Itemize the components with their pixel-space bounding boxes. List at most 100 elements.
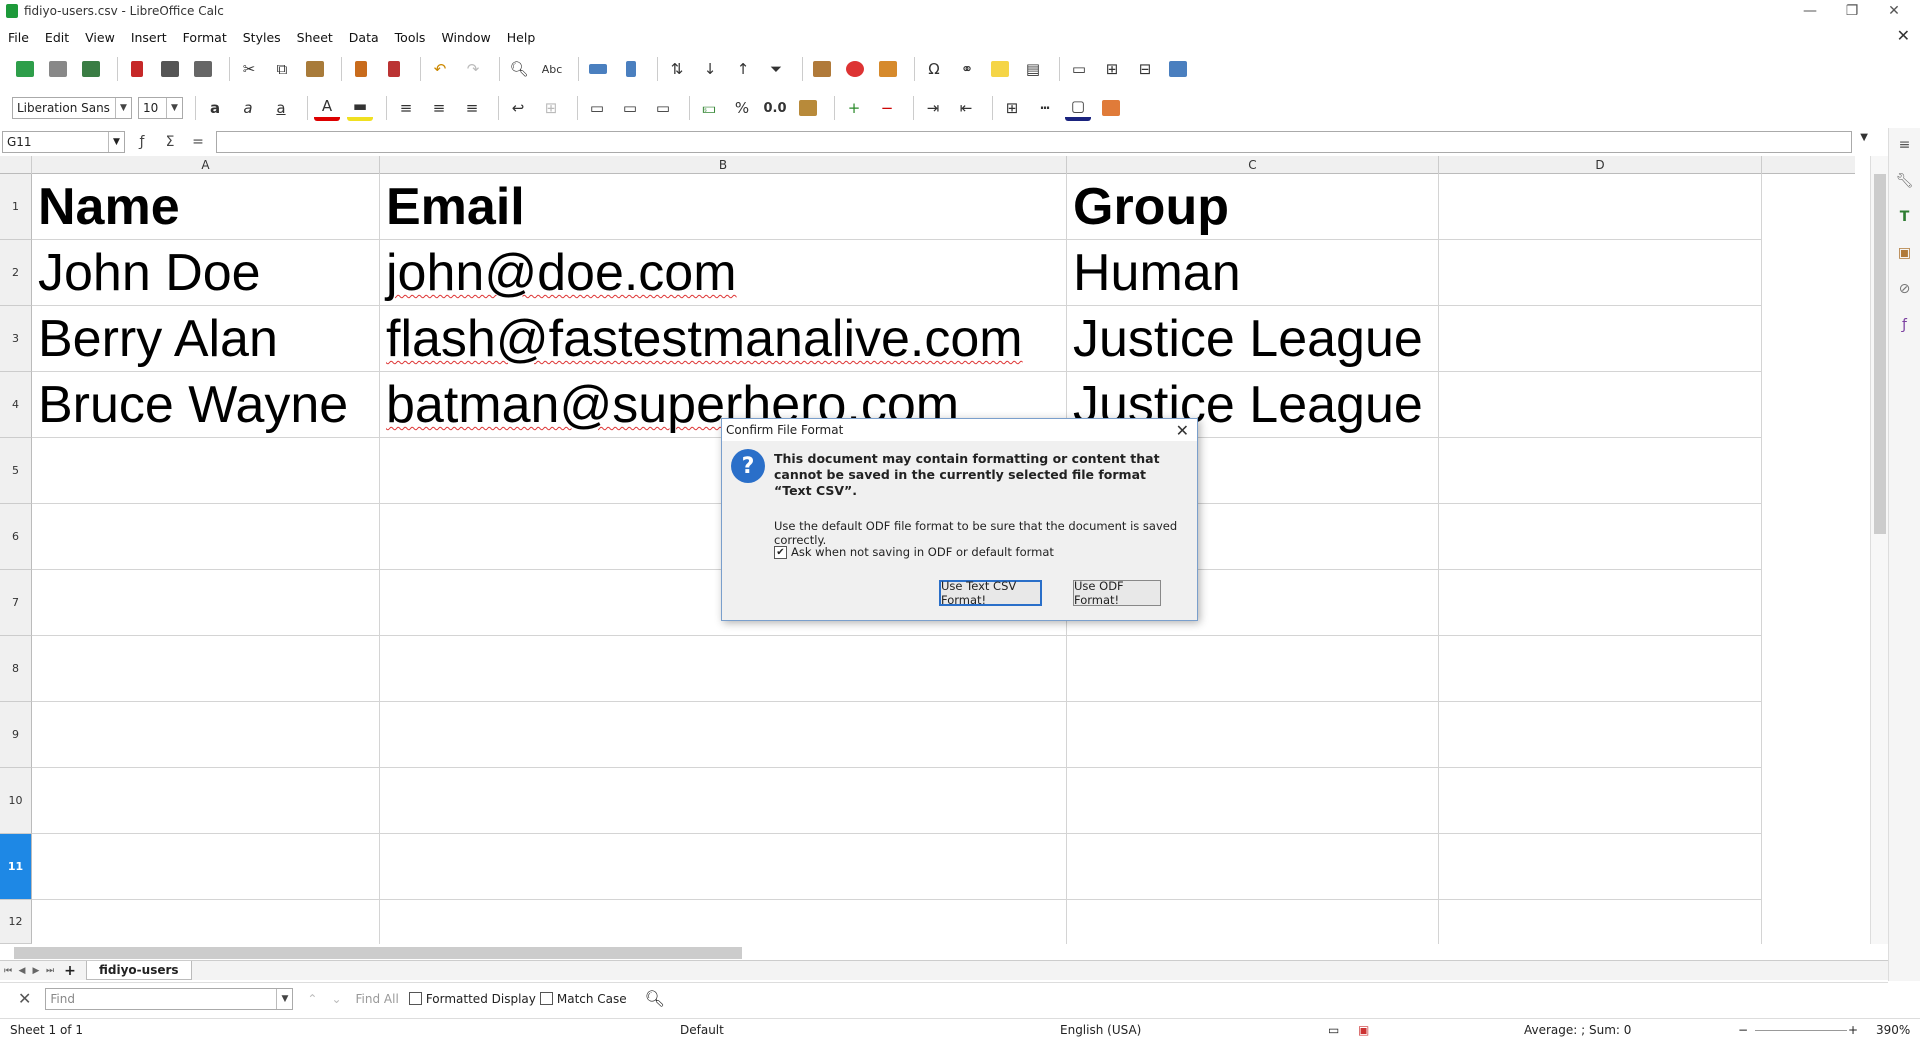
cell-d8[interactable] bbox=[1439, 636, 1762, 702]
border-style-icon[interactable]: ┅ bbox=[1032, 95, 1058, 121]
zoom-out-icon[interactable]: − bbox=[1738, 1023, 1748, 1037]
save-icon[interactable] bbox=[78, 56, 104, 82]
cell-a1[interactable]: Name bbox=[32, 174, 380, 240]
open-folder-icon[interactable] bbox=[45, 56, 71, 82]
cell-a7[interactable] bbox=[32, 570, 380, 636]
cell-b11[interactable] bbox=[380, 834, 1067, 900]
cell-d5[interactable] bbox=[1439, 438, 1762, 504]
vertical-scroll-thumb[interactable] bbox=[1874, 174, 1886, 534]
delete-decimal-icon[interactable]: − bbox=[874, 95, 900, 121]
maximize-button[interactable]: ❐ bbox=[1832, 0, 1872, 22]
horizontal-scroll-thumb[interactable] bbox=[14, 947, 742, 959]
cell-b8[interactable] bbox=[380, 636, 1067, 702]
conditional-format-icon[interactable] bbox=[1098, 95, 1124, 121]
spelling-icon[interactable]: Abc bbox=[539, 56, 565, 82]
cell-d2[interactable] bbox=[1439, 240, 1762, 306]
zoom-slider[interactable] bbox=[1755, 1030, 1847, 1031]
column-header-d[interactable]: D bbox=[1439, 156, 1762, 174]
comment-icon[interactable] bbox=[987, 56, 1013, 82]
function-wizard-icon[interactable]: ƒ bbox=[131, 134, 153, 150]
clone-formatting-icon[interactable] bbox=[348, 56, 374, 82]
cut-icon[interactable]: ✂ bbox=[236, 56, 262, 82]
sort-icon[interactable]: ⇅ bbox=[664, 56, 690, 82]
row-header[interactable]: 12 bbox=[0, 900, 32, 944]
redo-icon[interactable]: ↷ bbox=[460, 56, 486, 82]
cell-c10[interactable] bbox=[1067, 768, 1439, 834]
use-odf-format-button[interactable]: Use ODF Format! bbox=[1073, 579, 1161, 607]
vertical-scrollbar[interactable] bbox=[1870, 156, 1888, 944]
print-icon[interactable] bbox=[157, 56, 183, 82]
cell-c1[interactable]: Group bbox=[1067, 174, 1439, 240]
column-header-a[interactable]: A bbox=[32, 156, 380, 174]
freeze-rows-columns-icon[interactable]: ⊞ bbox=[1099, 56, 1125, 82]
cell-b3[interactable]: flash@fastestmanalive.com bbox=[380, 306, 1067, 372]
special-character-icon[interactable]: Ω bbox=[921, 56, 947, 82]
prev-sheet-icon[interactable]: ◀ bbox=[16, 966, 28, 976]
increase-indent-icon[interactable]: ⇥ bbox=[920, 95, 946, 121]
styles-icon[interactable]: T bbox=[1894, 206, 1916, 228]
cell-a5[interactable] bbox=[32, 438, 380, 504]
gallery-icon[interactable]: ▣ bbox=[1894, 242, 1916, 264]
cell-a4[interactable]: Bruce Wayne bbox=[32, 372, 380, 438]
background-color-icon[interactable]: ▬ bbox=[347, 95, 373, 121]
underline-icon[interactable]: a bbox=[268, 95, 294, 121]
properties-icon[interactable]: 🔧︎ bbox=[1894, 170, 1916, 192]
pivot-table-icon[interactable] bbox=[875, 56, 901, 82]
formatted-display-checkbox[interactable] bbox=[408, 992, 422, 1005]
formula-icon[interactable]: = bbox=[187, 134, 209, 150]
cell-c9[interactable] bbox=[1067, 702, 1439, 768]
define-print-area-icon[interactable]: ▭ bbox=[1066, 56, 1092, 82]
navigator-icon[interactable]: ⊘ bbox=[1894, 278, 1916, 300]
find-replace-dialog-icon[interactable]: 🔍︎ bbox=[645, 989, 665, 1008]
row-header[interactable]: 8 bbox=[0, 636, 32, 702]
find-next-icon[interactable]: ⌄ bbox=[331, 992, 341, 1006]
zoom-in-icon[interactable]: + bbox=[1848, 1023, 1858, 1037]
cell-d9[interactable] bbox=[1439, 702, 1762, 768]
cell-d6[interactable] bbox=[1439, 504, 1762, 570]
sort-descending-icon[interactable]: ↑ bbox=[730, 56, 756, 82]
menu-styles[interactable]: Styles bbox=[235, 30, 289, 45]
cell-d12[interactable] bbox=[1439, 900, 1762, 944]
cell-a9[interactable] bbox=[32, 702, 380, 768]
sidebar-menu-icon[interactable]: ≡ bbox=[1894, 134, 1916, 156]
row-header[interactable]: 7 bbox=[0, 570, 32, 636]
close-find-bar-icon[interactable]: ✕ bbox=[18, 989, 31, 1008]
find-previous-icon[interactable]: ⌃ bbox=[307, 992, 317, 1006]
autofilter-icon[interactable]: ⏷ bbox=[763, 56, 789, 82]
align-right-icon[interactable]: ≡ bbox=[459, 95, 485, 121]
ask-checkbox[interactable]: ✔ bbox=[774, 545, 787, 559]
menu-sheet[interactable]: Sheet bbox=[289, 30, 341, 45]
merge-cells-icon[interactable]: ⊞ bbox=[538, 95, 564, 121]
find-input[interactable]: Find ▼ bbox=[45, 987, 294, 1010]
percent-format-icon[interactable]: % bbox=[729, 95, 755, 121]
cell-a2[interactable]: John Doe bbox=[32, 240, 380, 306]
sum-icon[interactable]: Σ bbox=[159, 134, 181, 150]
align-bottom-icon[interactable]: ▭ bbox=[650, 95, 676, 121]
number-format-icon[interactable]: 0.0 bbox=[762, 95, 788, 121]
row-header[interactable]: 10 bbox=[0, 768, 32, 834]
cell-b12[interactable] bbox=[380, 900, 1067, 944]
show-draw-functions-icon[interactable] bbox=[1165, 56, 1191, 82]
menu-file[interactable]: File bbox=[0, 30, 37, 45]
column-icon[interactable] bbox=[618, 56, 644, 82]
column-header-b[interactable]: B bbox=[380, 156, 1067, 174]
menu-help[interactable]: Help bbox=[499, 30, 544, 45]
new-document-icon[interactable] bbox=[12, 56, 38, 82]
menu-window[interactable]: Window bbox=[433, 30, 498, 45]
find-all-button[interactable]: Find All bbox=[356, 992, 399, 1006]
language[interactable]: English (USA) bbox=[1060, 1023, 1141, 1037]
align-left-icon[interactable]: ≡ bbox=[393, 95, 419, 121]
cell-a6[interactable] bbox=[32, 504, 380, 570]
border-color-icon[interactable]: ▢ bbox=[1065, 95, 1091, 121]
cell-d7[interactable] bbox=[1439, 570, 1762, 636]
chevron-down-icon[interactable]: ▼ bbox=[166, 98, 182, 118]
cell-c11[interactable] bbox=[1067, 834, 1439, 900]
cell-c8[interactable] bbox=[1067, 636, 1439, 702]
zoom-level[interactable]: 390% bbox=[1876, 1023, 1910, 1037]
cell-a12[interactable] bbox=[32, 900, 380, 944]
wrap-text-icon[interactable]: ↩ bbox=[505, 95, 531, 121]
cell-d11[interactable] bbox=[1439, 834, 1762, 900]
cell-a8[interactable] bbox=[32, 636, 380, 702]
menu-view[interactable]: View bbox=[77, 30, 123, 45]
italic-icon[interactable]: a bbox=[235, 95, 261, 121]
